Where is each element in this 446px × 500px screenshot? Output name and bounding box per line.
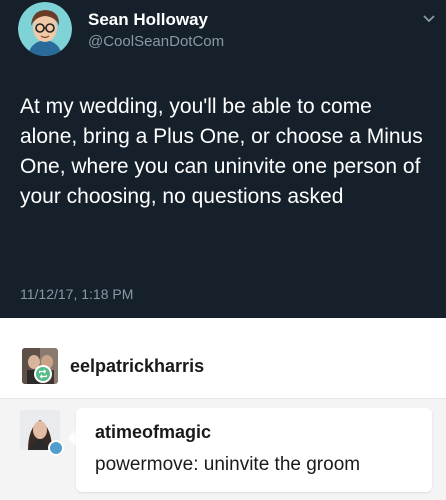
tweet-text: At my wedding, you'll be able to come al…	[20, 95, 423, 208]
reblogger-username[interactable]: eelpatrickharris	[70, 356, 204, 377]
comment-bubble	[76, 408, 432, 492]
reblog-icon	[34, 365, 52, 383]
chevron-down-icon[interactable]	[422, 14, 436, 24]
reblog-section: eelpatrickharris atimeofmagic powermove:…	[0, 318, 446, 500]
author-display-name[interactable]: Sean Holloway	[88, 10, 208, 30]
author-avatar[interactable]	[18, 2, 72, 56]
comment-text: powermove: uninvite the groom	[95, 454, 361, 475]
tweet-card: Sean Holloway @CoolSeanDotCom At my wedd…	[0, 0, 446, 318]
author-handle[interactable]: @CoolSeanDotCom	[88, 33, 224, 50]
bubble-pointer	[68, 430, 76, 446]
commenter-username[interactable]: atimeofmagic	[95, 422, 211, 443]
comment-icon	[48, 440, 64, 456]
tweet-timestamp: 11/12/17, 1:18 PM	[20, 286, 134, 302]
